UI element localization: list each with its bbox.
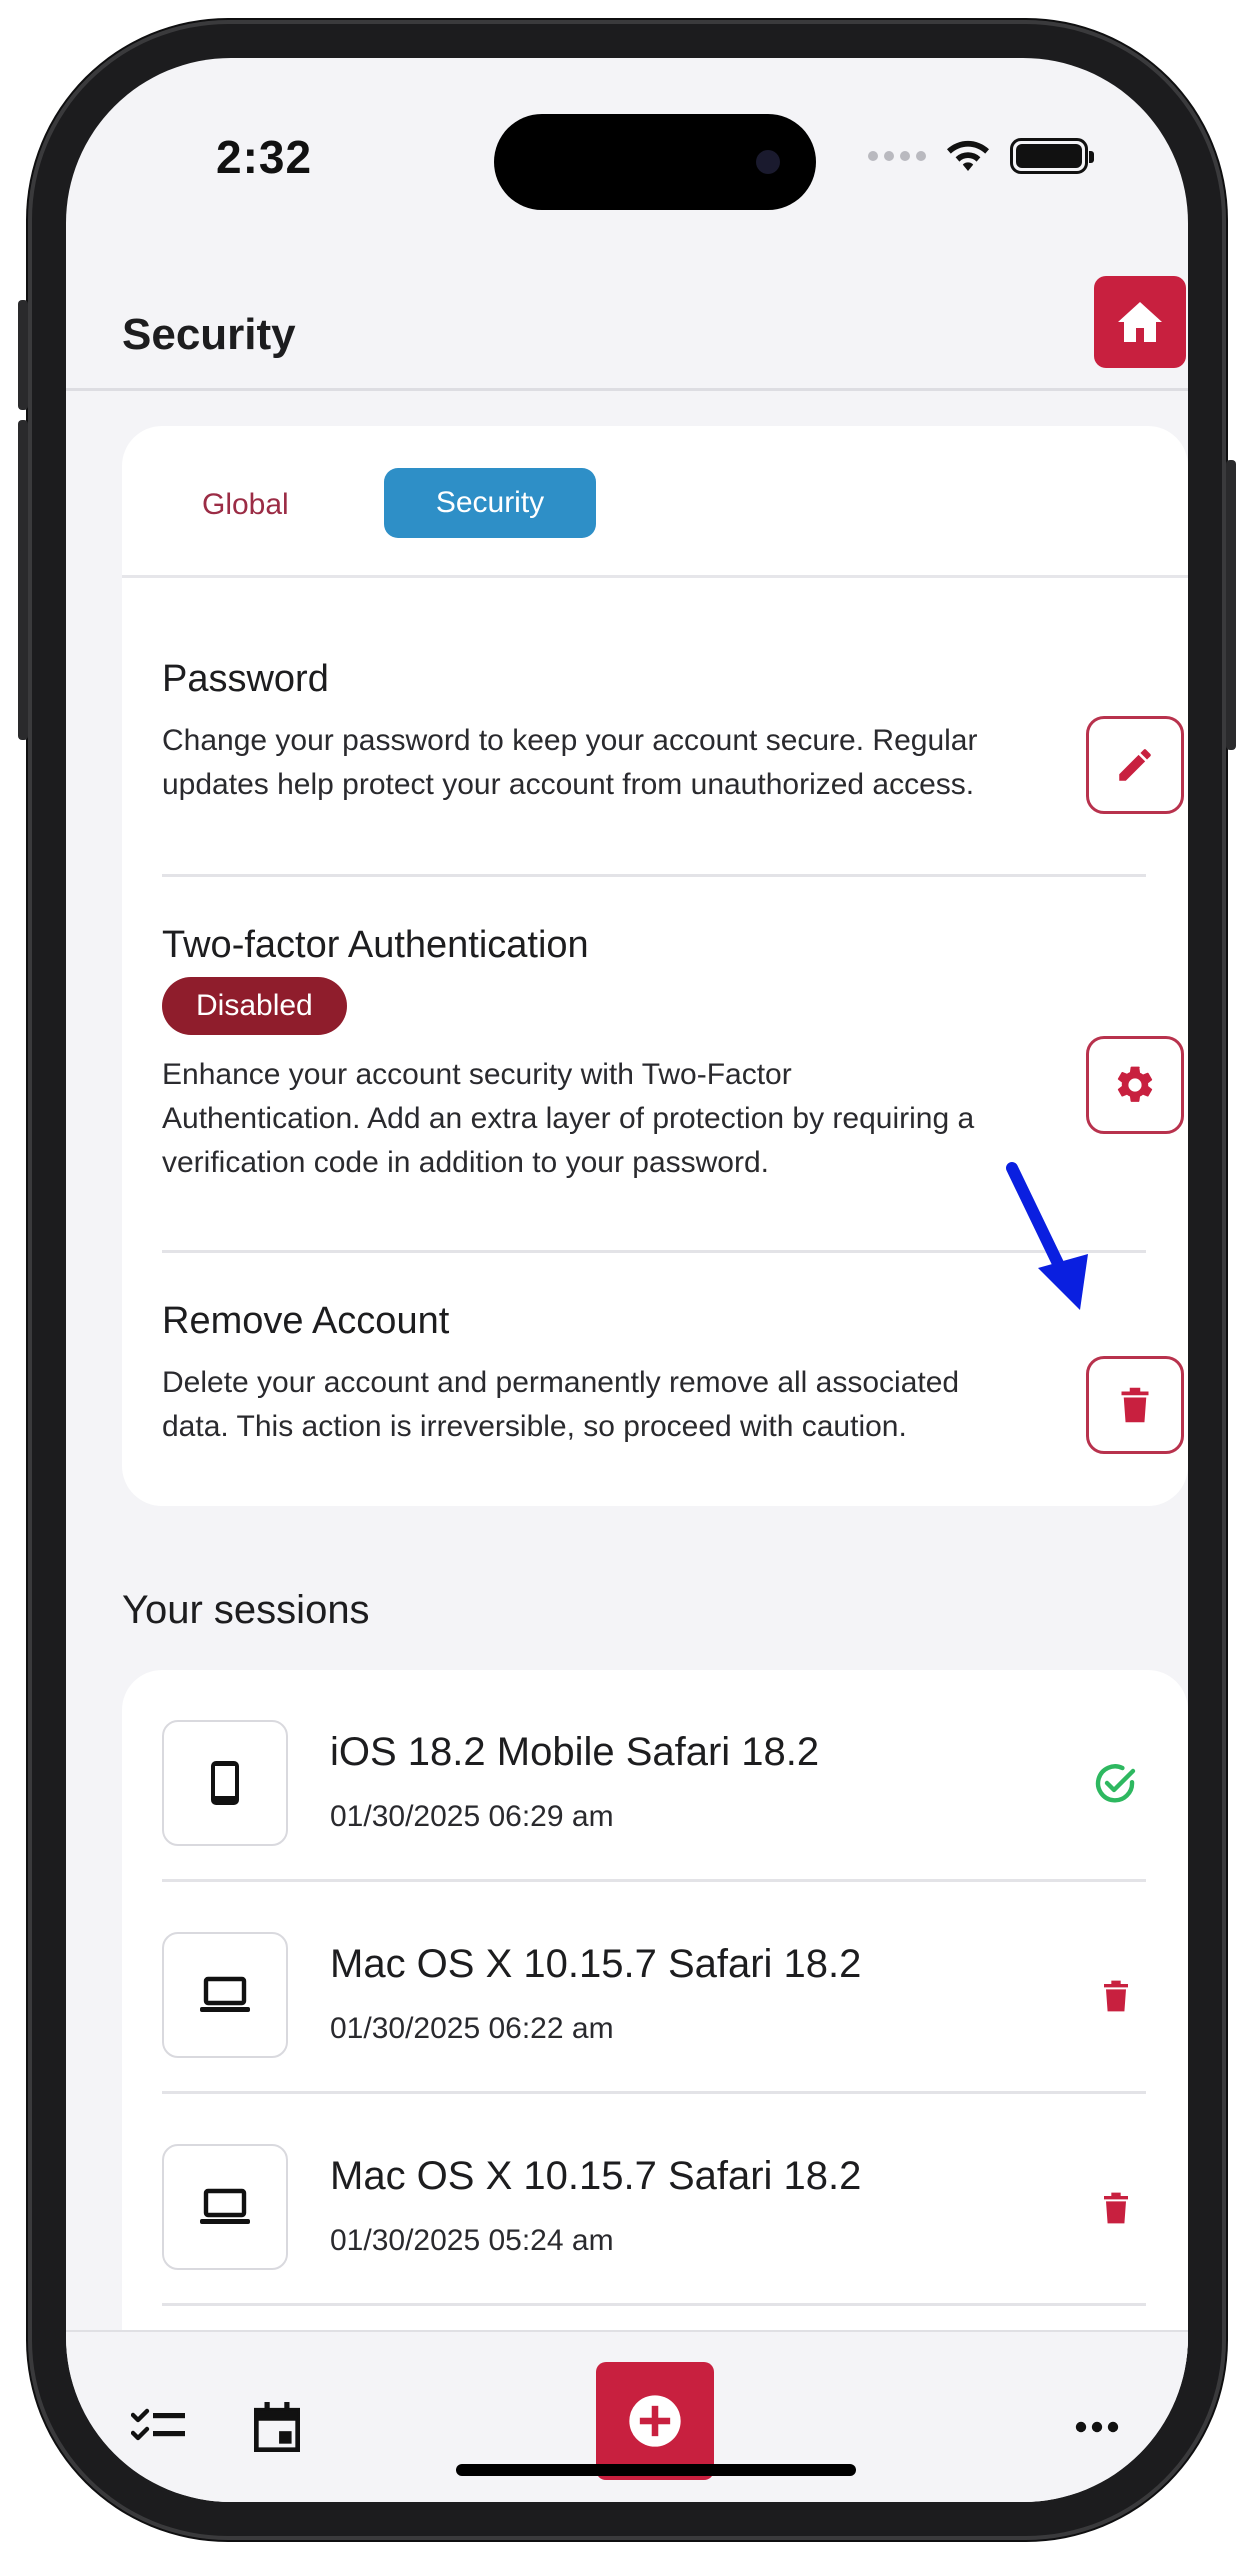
device-icon-box [162, 1932, 288, 2058]
bottom-nav [66, 2330, 1188, 2502]
two-factor-settings-button[interactable] [1086, 1036, 1184, 1134]
password-description: Change your password to keep your accoun… [162, 724, 978, 801]
status-time: 2:32 [216, 131, 313, 183]
more-icon [1075, 2421, 1119, 2433]
add-button[interactable] [596, 2362, 714, 2480]
delete-session-button[interactable] [1086, 2178, 1146, 2238]
volume-down-button [18, 550, 28, 740]
session-device: Mac OS X 10.15.7 Safari 18.2 [330, 1942, 862, 1986]
session-device: iOS 18.2 Mobile Safari 18.2 [330, 1730, 820, 1774]
sessions-title: Your sessions [122, 1588, 370, 1632]
laptop-icon [200, 2188, 250, 2224]
password-title: Password [162, 658, 329, 700]
session-device: Mac OS X 10.15.7 Safari 18.2 [330, 2154, 862, 2198]
device-icon-box [162, 1720, 288, 1846]
edit-password-button[interactable] [1086, 716, 1184, 814]
sessions-list: iOS 18.2 Mobile Safari 18.2 01/30/2025 0… [122, 1670, 1188, 2390]
add-circle-icon [629, 2395, 681, 2447]
checklist-icon [131, 2408, 185, 2441]
annotation-arrow-icon [1006, 1162, 1088, 1310]
trash-icon [1121, 1387, 1149, 1423]
phone-frame: 2:32 Security Global Security Password C… [18, 20, 1236, 2540]
two-factor-description: Enhance your account security with Two-F… [162, 1058, 975, 1179]
wifi-icon [947, 140, 989, 171]
delete-session-button[interactable] [1086, 1966, 1146, 2026]
battery-icon [1010, 138, 1094, 174]
action-button [18, 300, 28, 410]
pencil-icon [1119, 749, 1151, 781]
nav-dashboard[interactable] [506, 2392, 576, 2462]
check-circle-icon [1095, 1764, 1136, 1803]
two-factor-title: Two-factor Authentication [162, 924, 589, 966]
status-badge: Disabled [162, 977, 347, 1035]
remove-account-section: Remove Account Delete your account and p… [162, 1300, 1146, 1449]
trash-icon [1104, 2192, 1128, 2224]
two-factor-section: Two-factor Authentication Disabled Enhan… [162, 924, 1146, 1185]
power-button [1226, 460, 1236, 750]
nav-tasks[interactable] [124, 2392, 194, 2462]
home-icon [1118, 302, 1162, 342]
laptop-icon [200, 1976, 250, 2012]
nav-calendar[interactable] [242, 2392, 312, 2462]
nav-more[interactable] [1062, 2392, 1132, 2462]
home-indicator[interactable] [456, 2464, 856, 2476]
signal-icon [868, 151, 926, 161]
session-row: iOS 18.2 Mobile Safari 18.2 01/30/2025 0… [162, 1670, 1146, 1882]
remove-account-button[interactable] [1086, 1356, 1184, 1454]
session-date: 01/30/2025 06:22 am [330, 2012, 614, 2045]
home-button[interactable] [1094, 276, 1186, 368]
calendar-icon [254, 2402, 300, 2452]
tab-bar: Global Security [122, 426, 1188, 578]
dynamic-island [494, 114, 816, 210]
phone-icon [211, 1761, 239, 1805]
header-divider [66, 388, 1188, 391]
camera-icon [756, 150, 780, 174]
section-divider [162, 874, 1146, 877]
screen: 2:32 Security Global Security Password C… [66, 58, 1188, 2502]
session-row: Mac OS X 10.15.7 Safari 18.2 01/30/2025 … [162, 1882, 1146, 2094]
tab-security[interactable]: Security [384, 468, 596, 538]
page-title: Security [122, 310, 296, 359]
status-indicators [868, 138, 1094, 174]
password-section: Password Change your password to keep yo… [162, 658, 1146, 807]
gear-icon [1117, 1066, 1153, 1102]
session-date: 01/30/2025 06:29 am [330, 1800, 614, 1833]
device-icon-box [162, 2144, 288, 2270]
session-row: Mac OS X 10.15.7 Safari 18.2 01/30/2025 … [162, 2094, 1146, 2306]
session-date: 01/30/2025 05:24 am [330, 2224, 614, 2257]
current-session-indicator [1086, 1754, 1146, 1814]
security-card: Global Security Password Change your pas… [122, 426, 1188, 1506]
remove-account-description: Delete your account and permanently remo… [162, 1366, 960, 1443]
remove-account-title: Remove Account [162, 1300, 450, 1342]
trash-icon [1104, 1980, 1128, 2012]
tab-global[interactable]: Global [202, 488, 289, 522]
section-divider [162, 1250, 1146, 1253]
